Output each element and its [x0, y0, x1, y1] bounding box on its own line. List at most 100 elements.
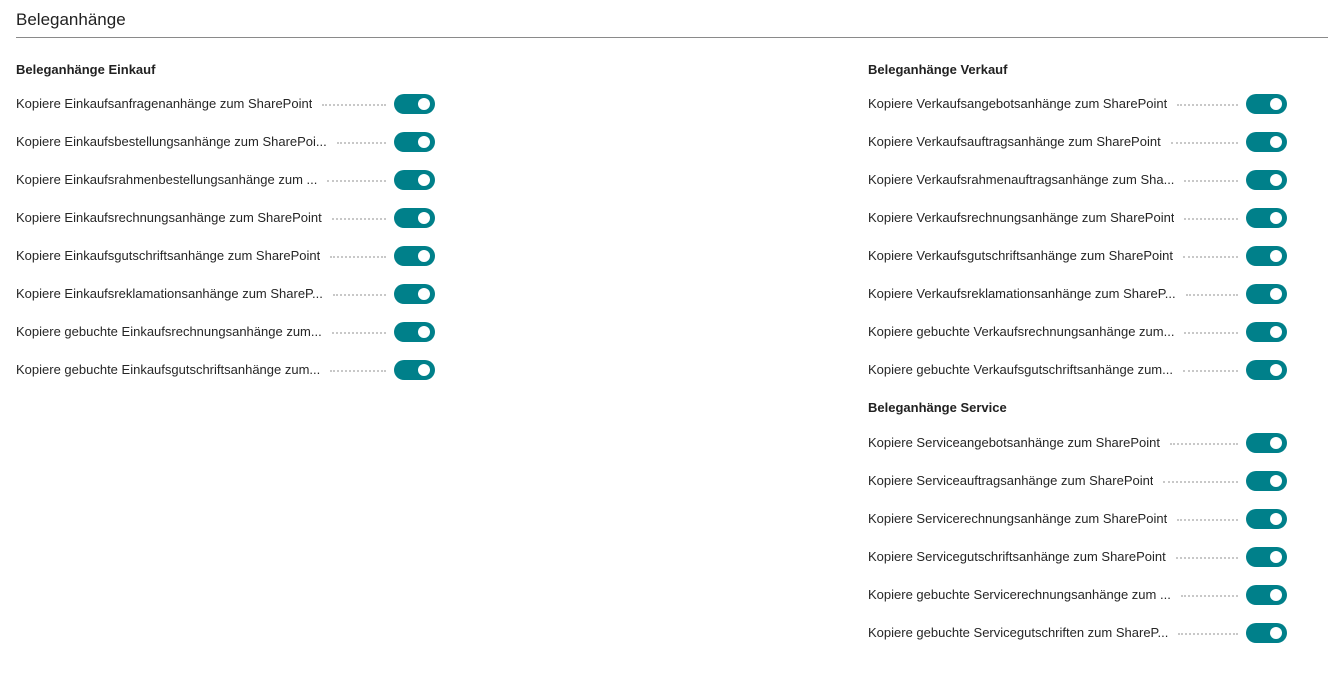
setting-toggle[interactable]: [1246, 547, 1287, 567]
dotted-leader: [1177, 104, 1238, 106]
toggle-knob: [1270, 551, 1282, 563]
setting-label: Kopiere Serviceauftragsanhänge zum Share…: [868, 473, 1154, 488]
setting-toggle[interactable]: [1246, 170, 1287, 190]
toggle-knob: [418, 364, 430, 376]
setting-row: Kopiere gebuchte Servicegutschriften zum…: [868, 622, 1288, 644]
toggle-knob: [418, 250, 430, 262]
setting-label: Kopiere Einkaufsrahmenbestellungsanhänge…: [16, 172, 318, 187]
setting-label: Kopiere Einkaufsgutschriftsanhänge zum S…: [16, 248, 321, 263]
setting-toggle[interactable]: [1246, 132, 1287, 152]
setting-row: Kopiere Einkaufsanfragenanhänge zum Shar…: [16, 93, 436, 115]
setting-label: Kopiere Servicegutschriftsanhänge zum Sh…: [868, 549, 1166, 564]
setting-row: Kopiere Verkaufsrahmenauftragsanhänge zu…: [868, 169, 1288, 191]
setting-label: Kopiere gebuchte Servicerechnungsanhänge…: [868, 587, 1171, 602]
toggle-knob: [1270, 475, 1282, 487]
toggle-knob: [418, 326, 430, 338]
toggle-knob: [1270, 98, 1282, 110]
dotted-leader: [1178, 633, 1238, 635]
dotted-leader: [337, 142, 386, 144]
setting-row: Kopiere Verkaufsauftragsanhänge zum Shar…: [868, 131, 1288, 153]
setting-label: Kopiere gebuchte Verkaufsgutschriftsanhä…: [868, 362, 1173, 377]
setting-toggle[interactable]: [1246, 322, 1287, 342]
toggle-knob: [418, 136, 430, 148]
setting-row: Kopiere gebuchte Einkaufsrechnungsanhäng…: [16, 321, 436, 343]
dotted-leader: [332, 218, 386, 220]
dotted-leader: [1184, 332, 1238, 334]
dotted-leader: [1171, 142, 1238, 144]
toggle-knob: [1270, 174, 1282, 186]
setting-row: Kopiere Serviceauftragsanhänge zum Share…: [868, 470, 1288, 492]
page-title: Beleganhänge: [16, 10, 126, 29]
group-title-service: Beleganhänge Service: [868, 400, 1007, 415]
setting-row: Kopiere Verkaufsreklamationsanhänge zum …: [868, 283, 1288, 305]
setting-toggle[interactable]: [394, 132, 435, 152]
setting-toggle[interactable]: [394, 322, 435, 342]
setting-toggle[interactable]: [1246, 284, 1287, 304]
setting-label: Kopiere gebuchte Verkaufsrechnungsanhäng…: [868, 324, 1175, 339]
setting-label: Kopiere gebuchte Einkaufsgutschriftsanhä…: [16, 362, 321, 377]
dotted-leader: [1163, 481, 1238, 483]
setting-label: Kopiere gebuchte Servicegutschriften zum…: [868, 625, 1169, 640]
group-title-einkauf: Beleganhänge Einkauf: [16, 62, 156, 77]
toggle-knob: [1270, 212, 1282, 224]
toggle-knob: [1270, 437, 1282, 449]
setting-toggle[interactable]: [1246, 471, 1287, 491]
setting-label: Kopiere Einkaufsrechnungsanhänge zum Sha…: [16, 210, 322, 225]
setting-label: Kopiere Verkaufsrechnungsanhänge zum Sha…: [868, 210, 1175, 225]
setting-toggle[interactable]: [394, 360, 435, 380]
setting-label: Kopiere Verkaufsreklamationsanhänge zum …: [868, 286, 1176, 301]
setting-row: Kopiere Einkaufsreklamationsanhänge zum …: [16, 283, 436, 305]
toggle-knob: [1270, 250, 1282, 262]
dotted-leader: [330, 370, 386, 372]
setting-toggle[interactable]: [394, 170, 435, 190]
setting-toggle[interactable]: [1246, 585, 1287, 605]
setting-toggle[interactable]: [394, 208, 435, 228]
setting-row: Kopiere Serviceangebotsanhänge zum Share…: [868, 432, 1288, 454]
setting-row: Kopiere Servicegutschriftsanhänge zum Sh…: [868, 546, 1288, 568]
setting-label: Kopiere Verkaufsauftragsanhänge zum Shar…: [868, 134, 1161, 149]
dotted-leader: [1181, 595, 1238, 597]
toggle-knob: [1270, 326, 1282, 338]
setting-toggle[interactable]: [1246, 94, 1287, 114]
setting-row: Kopiere Servicerechnungsanhänge zum Shar…: [868, 508, 1288, 530]
setting-toggle[interactable]: [394, 284, 435, 304]
setting-row: Kopiere Verkaufsangebotsanhänge zum Shar…: [868, 93, 1288, 115]
dotted-leader: [1183, 256, 1238, 258]
setting-toggle[interactable]: [1246, 360, 1287, 380]
setting-toggle[interactable]: [1246, 208, 1287, 228]
toggle-knob: [418, 174, 430, 186]
toggle-knob: [418, 212, 430, 224]
dotted-leader: [333, 294, 386, 296]
setting-label: Kopiere gebuchte Einkaufsrechnungsanhäng…: [16, 324, 322, 339]
dotted-leader: [1170, 443, 1238, 445]
dotted-leader: [322, 104, 386, 106]
setting-toggle[interactable]: [394, 94, 435, 114]
setting-toggle[interactable]: [1246, 509, 1287, 529]
dotted-leader: [1183, 370, 1238, 372]
toggle-knob: [418, 288, 430, 300]
toggle-knob: [1270, 513, 1282, 525]
setting-toggle[interactable]: [1246, 433, 1287, 453]
dotted-leader: [332, 332, 386, 334]
dotted-leader: [1177, 519, 1238, 521]
group-title-verkauf: Beleganhänge Verkauf: [868, 62, 1008, 77]
toggle-knob: [1270, 364, 1282, 376]
setting-row: Kopiere Einkaufsbestellungsanhänge zum S…: [16, 131, 436, 153]
toggle-knob: [1270, 589, 1282, 601]
setting-row: Kopiere Einkaufsrechnungsanhänge zum Sha…: [16, 207, 436, 229]
dotted-leader: [327, 180, 386, 182]
setting-row: Kopiere Verkaufsgutschriftsanhänge zum S…: [868, 245, 1288, 267]
dotted-leader: [1186, 294, 1238, 296]
setting-toggle[interactable]: [1246, 246, 1287, 266]
setting-row: Kopiere gebuchte Verkaufsgutschriftsanhä…: [868, 359, 1288, 381]
setting-row: Kopiere gebuchte Verkaufsrechnungsanhäng…: [868, 321, 1288, 343]
setting-label: Kopiere Verkaufsgutschriftsanhänge zum S…: [868, 248, 1173, 263]
setting-toggle[interactable]: [1246, 623, 1287, 643]
setting-toggle[interactable]: [394, 246, 435, 266]
toggle-knob: [1270, 627, 1282, 639]
dotted-leader: [330, 256, 386, 258]
setting-row: Kopiere gebuchte Einkaufsgutschriftsanhä…: [16, 359, 436, 381]
toggle-knob: [1270, 136, 1282, 148]
setting-row: Kopiere gebuchte Servicerechnungsanhänge…: [868, 584, 1288, 606]
setting-label: Kopiere Servicerechnungsanhänge zum Shar…: [868, 511, 1168, 526]
